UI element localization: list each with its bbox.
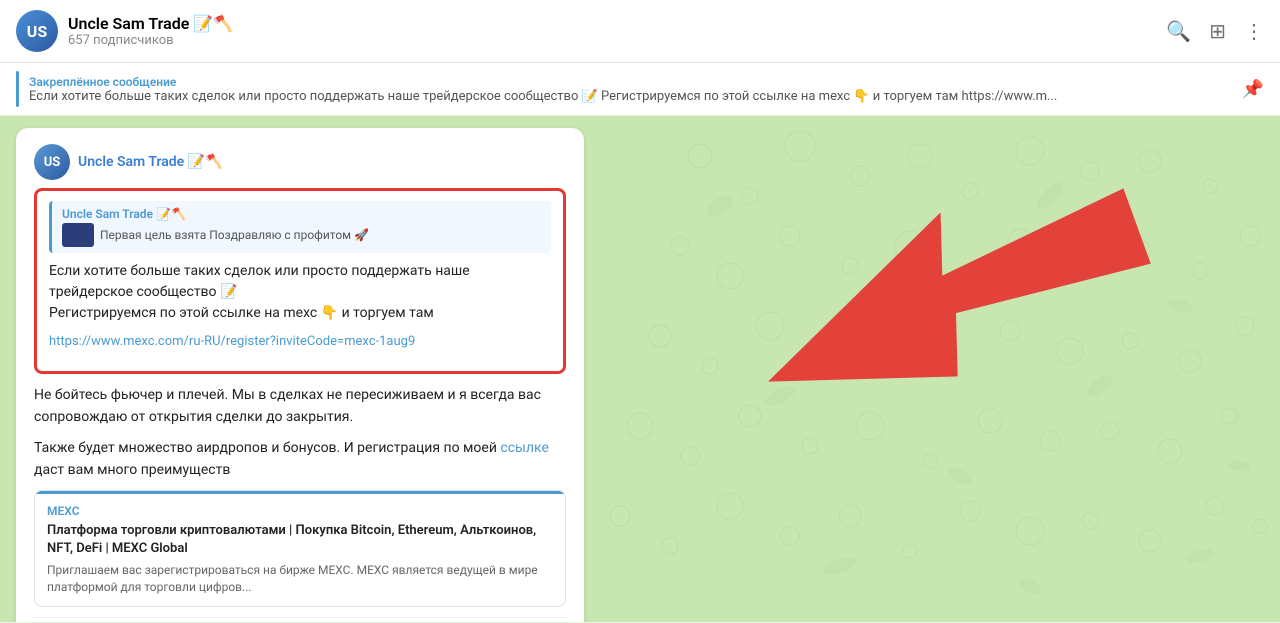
reply-block: Uncle Sam Trade 📝🪓 Первая цель взята Поз… xyxy=(49,201,551,253)
pinned-accent xyxy=(16,71,19,107)
pinned-content: Закреплённое сообщение Если хотите больш… xyxy=(29,75,1232,104)
extra-text-part3: даст вам много преимуществ xyxy=(34,462,230,478)
message-text-main: Если хотите больше таких сделок или прос… xyxy=(49,261,551,324)
message-footer: 👍 3 👁 175 🔁 изменено 9:10 xyxy=(34,617,566,622)
message-card: US Uncle Sam Trade 📝🪓 Uncle Sam Trade 📝🪓… xyxy=(16,128,584,622)
reply-image xyxy=(62,223,94,247)
extra-text-2: Также будет множество аирдропов и бонусо… xyxy=(34,437,566,482)
search-icon[interactable]: 🔍 xyxy=(1166,19,1191,43)
reply-text: Первая цель взята Поздравляю с профитом … xyxy=(100,228,369,242)
columns-icon[interactable]: ⊞ xyxy=(1209,19,1226,43)
message-avatar: US xyxy=(34,144,70,180)
preview-body: MEXC Платформа торговли криптовалютами |… xyxy=(35,494,565,606)
extra-text-part1: Также будет множество аирдропов и бонусо… xyxy=(34,440,497,456)
message-sender-name: Uncle Sam Trade 📝🪓 xyxy=(78,154,223,170)
left-panel: US Uncle Sam Trade 📝🪓 Uncle Sam Trade 📝🪓… xyxy=(0,116,600,622)
header-info: Uncle Sam Trade 📝🪓 657 подписчиков xyxy=(68,14,233,48)
mexc-link[interactable]: https://www.mexc.com/ru-RU/register?invi… xyxy=(49,334,551,349)
card-top-sender: US Uncle Sam Trade 📝🪓 xyxy=(34,144,566,180)
channel-title: Uncle Sam Trade 📝🪓 xyxy=(68,14,233,33)
subscriber-count: 657 подписчиков xyxy=(68,33,233,48)
reply-content: Первая цель взята Поздравляю с профитом … xyxy=(62,223,541,247)
preview-description: Приглашаем вас зарегистрироваться на бир… xyxy=(47,562,553,596)
link-preview-card[interactable]: MEXC Платформа торговли криптовалютами |… xyxy=(34,490,566,607)
reply-sender-name: Uncle Sam Trade 📝🪓 xyxy=(62,207,541,221)
inline-link[interactable]: ссылке xyxy=(500,440,549,456)
pin-icon: 📌 xyxy=(1242,79,1264,100)
extra-text-1: Не бойтесь фьючер и плечей. Мы в сделках… xyxy=(34,384,566,429)
more-icon[interactable]: ⋮ xyxy=(1244,19,1264,43)
preview-title: Платформа торговли криптовалютами | Поку… xyxy=(47,522,553,558)
pinned-text: Если хотите больше таких сделок или прос… xyxy=(29,89,1129,104)
header-left: US Uncle Sam Trade 📝🪓 657 подписчиков xyxy=(16,10,233,52)
avatar[interactable]: US xyxy=(16,10,58,52)
chat-area: US Uncle Sam Trade 📝🪓 Uncle Sam Trade 📝🪓… xyxy=(0,116,1280,622)
message-text-part2: Регистрируемся по этой ссылке на mexc 👇 … xyxy=(49,305,434,321)
header-icons: 🔍 ⊞ ⋮ xyxy=(1166,19,1264,43)
pinned-message-bar[interactable]: Закреплённое сообщение Если хотите больш… xyxy=(0,63,1280,116)
message-text-part1: Если хотите больше таких сделок или прос… xyxy=(49,263,470,300)
pinned-label: Закреплённое сообщение xyxy=(29,75,1232,89)
chat-header: US Uncle Sam Trade 📝🪓 657 подписчиков 🔍 … xyxy=(0,0,1280,63)
preview-site-name: MEXC xyxy=(47,504,553,518)
highlighted-section: Uncle Sam Trade 📝🪓 Первая цель взята Поз… xyxy=(34,188,566,374)
